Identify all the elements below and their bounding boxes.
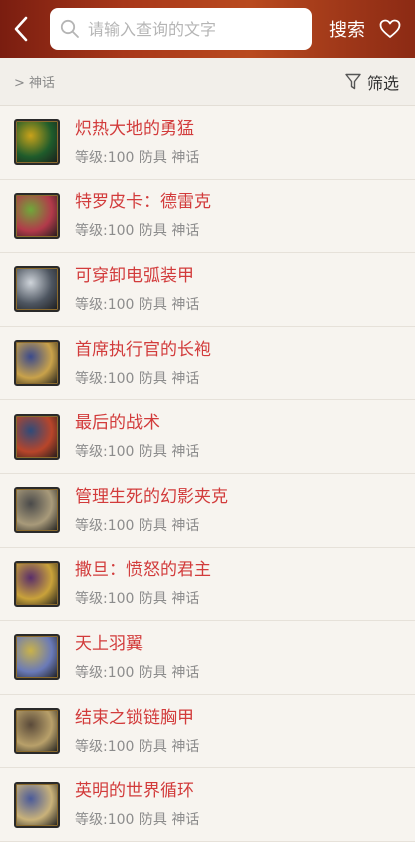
list-item[interactable]: 首席执行官的长袍 等级:100 防具 神话 — [0, 326, 415, 401]
search-button[interactable]: 搜索 — [329, 16, 365, 42]
item-name: 撒旦：愤怒的君主 — [75, 560, 211, 581]
item-meta: 等级:100 防具 神话 — [75, 149, 200, 166]
item-thumbnail — [14, 340, 60, 387]
list-item[interactable]: 英明的世界循环 等级:100 防具 神话 — [0, 768, 415, 842]
item-list: 炽热大地的勇猛 等级:100 防具 神话 特罗皮卡：德雷克 等级:100 防具 … — [0, 106, 415, 842]
item-meta: 等级:100 防具 神话 — [75, 591, 200, 608]
item-meta: 等级:100 防具 神话 — [75, 444, 200, 461]
search-icon — [60, 19, 79, 38]
item-meta: 等级:100 防具 神话 — [75, 517, 200, 534]
item-name: 管理生死的幻影夹克 — [75, 486, 228, 507]
item-name: 炽热大地的勇猛 — [75, 118, 194, 139]
favorite-button[interactable] — [379, 19, 401, 39]
item-thumbnail — [14, 192, 60, 239]
search-box[interactable] — [50, 8, 312, 50]
item-thumbnail — [14, 487, 60, 534]
item-thumbnail — [14, 560, 60, 607]
item-thumbnail — [14, 119, 60, 166]
item-meta: 等级:100 防具 神话 — [75, 223, 200, 240]
item-meta: 等级:100 防具 神话 — [75, 664, 200, 681]
item-name: 天上羽翼 — [75, 633, 143, 654]
list-item[interactable]: 天上羽翼 等级:100 防具 神话 — [0, 621, 415, 695]
list-item[interactable]: 特罗皮卡：德雷克 等级:100 防具 神话 — [0, 179, 415, 254]
list-item[interactable]: 最后的战术 等级:100 防具 神话 — [0, 400, 415, 474]
item-thumbnail — [14, 708, 60, 755]
item-thumbnail — [14, 781, 60, 828]
item-name: 可穿卸电弧装甲 — [75, 265, 194, 286]
item-name: 特罗皮卡：德雷克 — [75, 192, 211, 213]
list-item[interactable]: 撒旦：愤怒的君主 等级:100 防具 神话 — [0, 547, 415, 622]
list-item[interactable]: 管理生死的幻影夹克 等级:100 防具 神话 — [0, 473, 415, 548]
heart-icon — [379, 19, 401, 38]
item-name: 最后的战术 — [75, 413, 160, 434]
breadcrumb[interactable]: > 神话 — [14, 72, 55, 91]
item-meta: 等级:100 防具 神话 — [75, 296, 200, 313]
item-name: 英明的世界循环 — [75, 781, 194, 802]
chevron-left-icon — [14, 16, 28, 42]
list-item[interactable]: 可穿卸电弧装甲 等级:100 防具 神话 — [0, 253, 415, 327]
filter-bar: > 神话 筛选 — [0, 58, 415, 106]
item-thumbnail — [14, 266, 60, 313]
item-meta: 等级:100 防具 神话 — [75, 370, 200, 387]
filter-icon — [345, 73, 361, 90]
item-meta: 等级:100 防具 神话 — [75, 738, 200, 755]
filter-button[interactable]: 筛选 — [345, 70, 399, 94]
item-name: 结束之锁链胸甲 — [75, 707, 194, 728]
filter-label: 筛选 — [366, 73, 399, 93]
back-button[interactable] — [0, 0, 42, 58]
item-meta: 等级:100 防具 神话 — [75, 812, 200, 829]
search-input[interactable] — [88, 19, 298, 39]
list-item[interactable]: 结束之锁链胸甲 等级:100 防具 神话 — [0, 694, 415, 769]
item-thumbnail — [14, 634, 60, 681]
item-thumbnail — [14, 413, 60, 460]
item-name: 首席执行官的长袍 — [75, 339, 211, 360]
app-header: 搜索 — [0, 0, 415, 58]
list-item[interactable]: 炽热大地的勇猛 等级:100 防具 神话 — [0, 106, 415, 180]
